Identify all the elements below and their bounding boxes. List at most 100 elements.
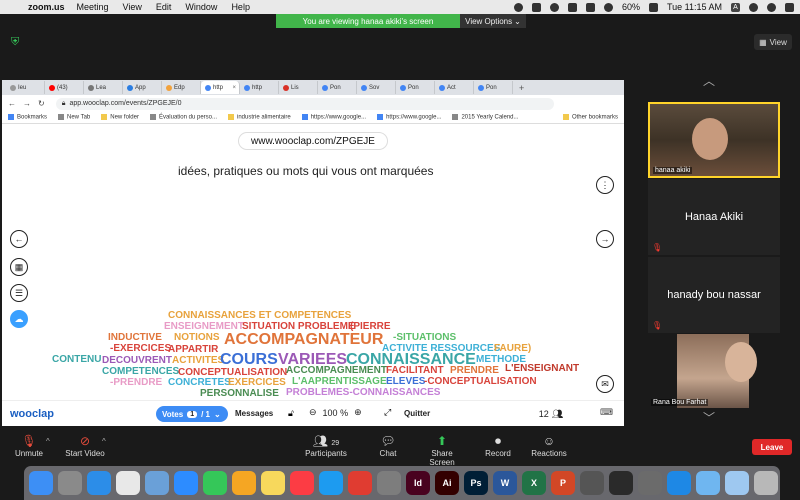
back-icon[interactable]: ← — [8, 99, 16, 108]
finder-icon[interactable] — [29, 471, 53, 495]
browser-tab-active[interactable]: http × — [201, 81, 240, 94]
view-options-button[interactable]: View Options ⌄ — [460, 14, 526, 28]
launchpad-icon[interactable] — [58, 471, 82, 495]
video-tile-hanaa-akiki[interactable]: hanaa akiki — [648, 102, 780, 178]
menu-window[interactable]: Window — [185, 2, 217, 12]
participants-count[interactable]: 12 👥︎ — [534, 406, 568, 422]
bookmark-item[interactable]: New folder — [101, 114, 139, 121]
battery-icon[interactable] — [648, 2, 658, 12]
display-icon[interactable] — [531, 2, 541, 12]
reactions-button[interactable]: ☺︎ Reactions — [530, 434, 568, 458]
leave-button[interactable]: Leave — [752, 439, 792, 455]
browser-tab[interactable]: Edp — [162, 81, 201, 94]
folder-icon[interactable] — [696, 471, 720, 495]
bookmark-item[interactable]: Other bookmarks — [562, 114, 618, 121]
downloads-icon[interactable] — [725, 471, 749, 495]
user-icon[interactable] — [767, 2, 776, 12]
menu-meeting[interactable]: Meeting — [77, 2, 109, 12]
control-center-icon[interactable] — [785, 2, 794, 12]
security-shield-icon[interactable]: ⛨ — [11, 36, 22, 48]
zoom-out-icon[interactable]: ⊖ — [309, 407, 317, 418]
new-tab-icon[interactable]: + — [519, 83, 524, 93]
fullscreen-icon[interactable]: ⤢ — [384, 407, 391, 418]
grid-view-icon[interactable]: ▦ — [10, 258, 28, 276]
photos-icon[interactable] — [232, 471, 256, 495]
spotlight-icon[interactable] — [749, 2, 758, 12]
browser-tab[interactable]: Lis — [279, 81, 318, 94]
zoom-icon[interactable] — [174, 471, 198, 495]
app-menu-zoom[interactable]: zoom.us — [28, 2, 65, 12]
browser-tab[interactable]: Pon — [318, 81, 357, 94]
more-options-icon[interactable]: ⋮ — [596, 176, 614, 194]
zoom-status-icon[interactable] — [513, 2, 523, 12]
word-icon[interactable]: W — [493, 471, 517, 495]
video-options-chevron-icon[interactable]: ^ — [102, 437, 106, 446]
menu-edit[interactable]: Edit — [156, 2, 172, 12]
video-tile-hanady-bou-nassar[interactable]: hanady bou nassar 🎙︎ — [648, 257, 780, 333]
bookmark-item[interactable]: 2015 Yearly Calend... — [452, 114, 519, 121]
forward-icon[interactable]: → — [23, 99, 31, 108]
video-tile-hanaa-akiki-2[interactable]: Hanaa Akiki 🎙︎ — [648, 179, 780, 255]
unmute-button[interactable]: 🎙︎ Unmute — [14, 434, 44, 458]
bookmark-item[interactable]: https://www.google... — [377, 114, 441, 121]
excel-icon[interactable]: X — [522, 471, 546, 495]
share-screen-button[interactable]: ⬆︎ Share Screen — [418, 434, 466, 467]
bluetooth-icon[interactable] — [585, 2, 595, 12]
browser-tab[interactable]: Lea — [84, 81, 123, 94]
votes-control[interactable]: Votes 1 / 1 ⌄ — [156, 406, 228, 422]
camera-icon[interactable] — [638, 471, 662, 495]
preview-icon[interactable] — [145, 471, 169, 495]
clock[interactable]: Tue 11:15 AM — [667, 2, 722, 12]
reload-icon[interactable]: ↻ — [38, 99, 45, 108]
wifi-icon[interactable] — [603, 2, 613, 12]
participants-button[interactable]: 👥︎ 29 Participants — [302, 434, 350, 458]
toggle-icon[interactable] — [567, 2, 577, 12]
message-icon[interactable]: ✉ — [596, 375, 614, 393]
zoom-in-icon[interactable]: ⊕ — [354, 407, 362, 418]
keyboard-icon[interactable]: ⌨ — [600, 407, 613, 418]
close-tab-icon[interactable]: × — [232, 85, 236, 91]
bookmark-item[interactable]: industrie alimentaire — [228, 114, 291, 121]
previous-slide-button[interactable]: ← — [10, 230, 28, 248]
wordcloud-view-icon[interactable]: ☁ — [10, 310, 28, 328]
safari-icon[interactable] — [87, 471, 111, 495]
quit-button[interactable]: Quitter — [404, 409, 430, 418]
bookmark-item[interactable]: Évaluation du perso... — [149, 114, 217, 121]
bookmark-item[interactable]: https://www.google... — [301, 114, 366, 121]
chrome-icon[interactable] — [116, 471, 140, 495]
trash-icon[interactable] — [754, 471, 778, 495]
browser-tab[interactable]: (43) — [45, 81, 84, 94]
facetime-icon[interactable] — [203, 471, 227, 495]
accessibility-icon[interactable] — [667, 471, 691, 495]
notes-icon[interactable] — [261, 471, 285, 495]
video-tile-rana-bou-farhat[interactable]: Rana Bou Farhat — [648, 334, 780, 408]
browser-tab[interactable]: Ieu — [6, 81, 45, 94]
appstore-icon[interactable] — [319, 471, 343, 495]
record-button[interactable]: ⏺︎ Record — [484, 434, 512, 458]
browser-tab[interactable]: Pon — [396, 81, 435, 94]
url-field[interactable]: 🔒︎ app.wooclap.com/events/ZPGEJE/0 — [55, 97, 554, 110]
settings-icon[interactable] — [377, 471, 401, 495]
input-source-icon[interactable]: A — [731, 2, 740, 12]
page-current[interactable]: 1 — [187, 410, 198, 418]
bookmark-item[interactable]: New Tab — [58, 114, 90, 121]
browser-tab[interactable]: http — [240, 81, 279, 94]
next-slide-button[interactable]: → — [596, 230, 614, 248]
join-url-pill[interactable]: www.wooclap.com/ZPGEJE — [238, 132, 388, 150]
timer-icon[interactable] — [549, 2, 559, 12]
messages-button[interactable]: Messages — [235, 409, 273, 418]
chat-button[interactable]: 💬︎ Chat — [378, 434, 398, 458]
lock-icon[interactable]: 🔓︎ — [288, 408, 294, 419]
menu-help[interactable]: Help — [231, 2, 250, 12]
photoshop-icon[interactable]: Ps — [464, 471, 488, 495]
browser-tab[interactable]: Pon — [474, 81, 513, 94]
chevron-up-icon[interactable]: ︿ — [703, 72, 715, 89]
powerpoint-icon[interactable]: P — [551, 471, 575, 495]
indesign-icon[interactable]: Id — [406, 471, 430, 495]
list-view-icon[interactable]: ☰ — [10, 284, 28, 302]
audio-options-chevron-icon[interactable]: ^ — [46, 437, 50, 446]
illustrator-icon[interactable]: Ai — [435, 471, 459, 495]
anydesk-icon[interactable] — [348, 471, 372, 495]
menu-view[interactable]: View — [123, 2, 142, 12]
browser-tab[interactable]: Act — [435, 81, 474, 94]
